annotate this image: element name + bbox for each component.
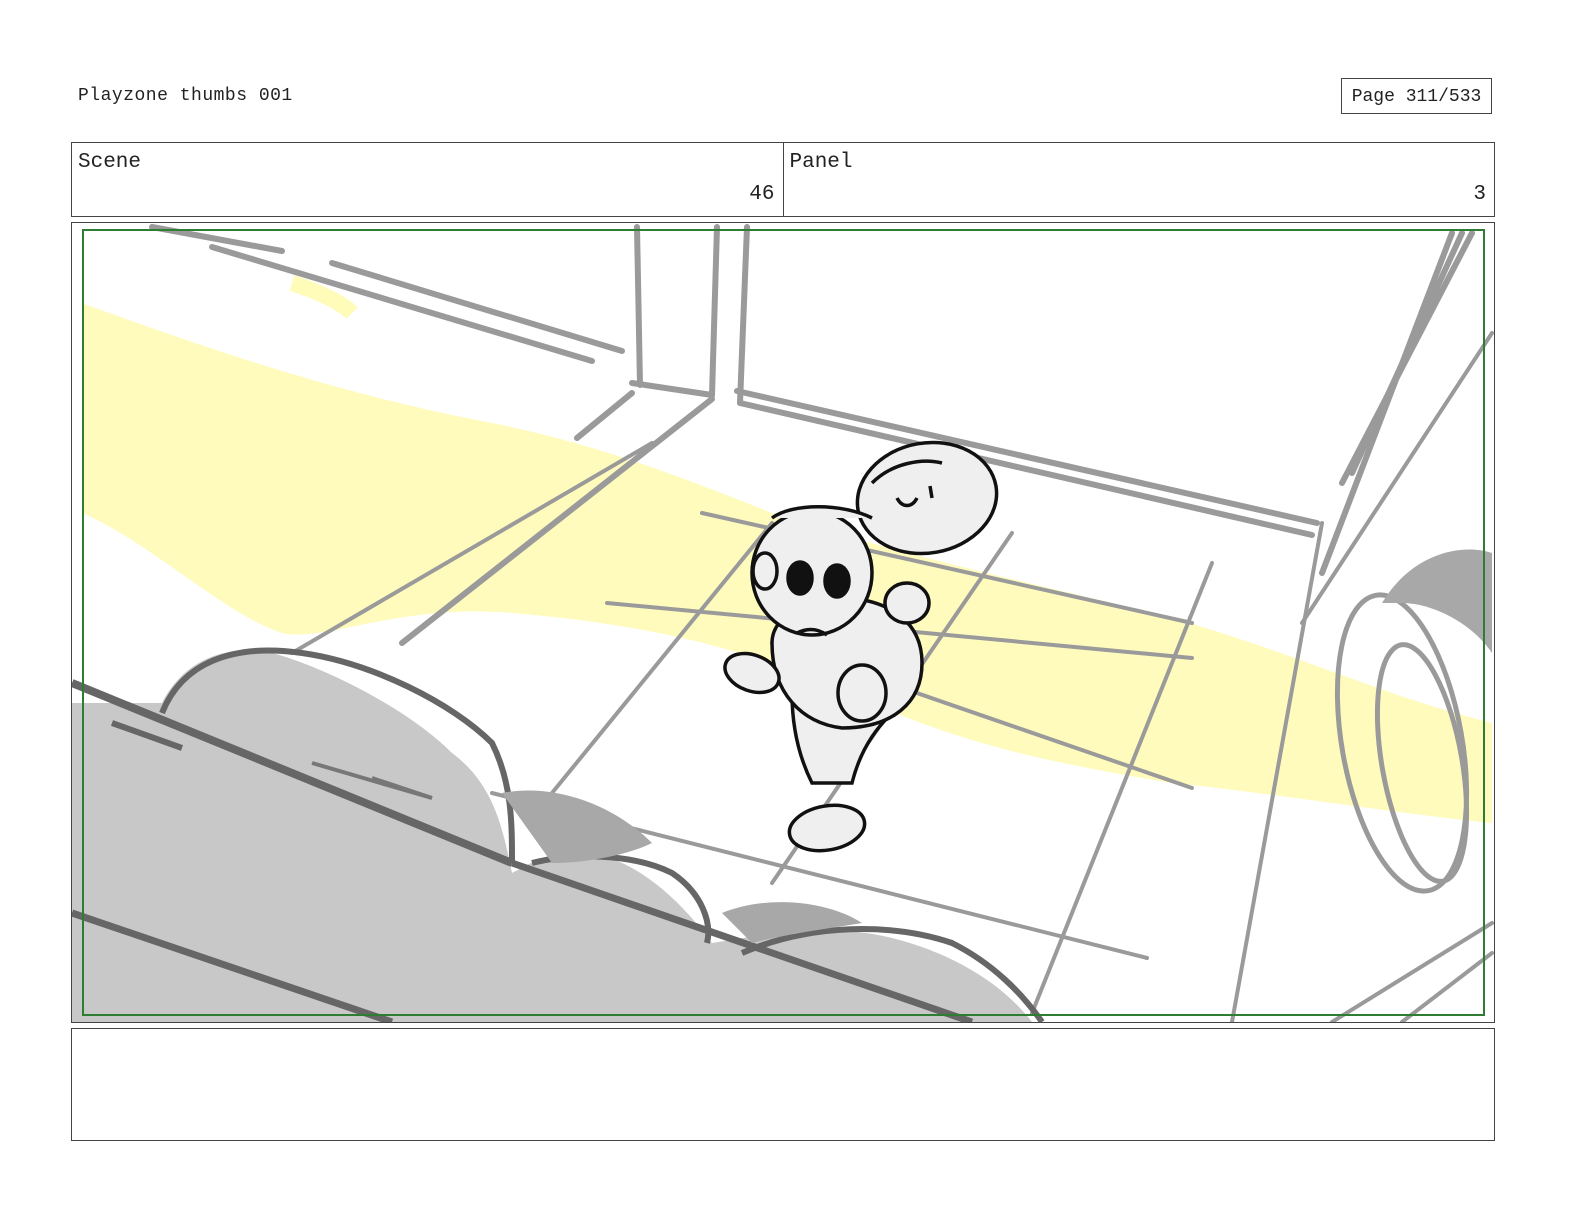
panel-notes <box>71 1028 1495 1141</box>
document-title: Playzone thumbs 001 <box>78 86 293 106</box>
scene-label: Scene <box>78 151 142 174</box>
page-indicator: Page 311/533 <box>1341 78 1492 114</box>
scene-panel-info: Scene 46 Panel 3 <box>71 142 1495 217</box>
scene-cell: Scene 46 <box>72 143 783 216</box>
panel-number: 3 <box>1473 183 1486 206</box>
storyboard-panel <box>71 222 1495 1023</box>
panel-label: Panel <box>789 151 853 174</box>
storyboard-sketch-image <box>72 224 1494 1022</box>
scene-number: 46 <box>749 183 775 206</box>
panel-cell: Panel 3 <box>782 143 1495 216</box>
